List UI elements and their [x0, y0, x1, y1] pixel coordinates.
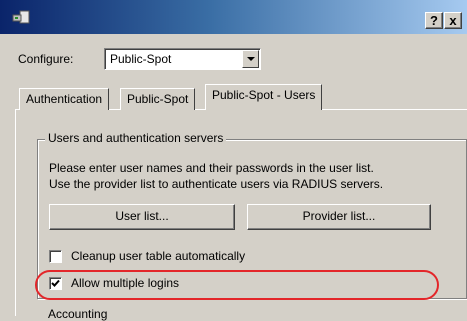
user-list-button[interactable]: User list...	[49, 204, 235, 230]
group-title: Users and authentication servers	[45, 131, 227, 145]
cleanup-label: Cleanup user table automatically	[71, 249, 246, 263]
configure-select-value: Public-Spot	[110, 52, 172, 66]
tab-public-spot[interactable]: Public-Spot	[120, 88, 196, 110]
tab-label: Public-Spot - Users	[212, 88, 316, 102]
tab-label: Authentication	[26, 92, 103, 106]
tab-label: Public-Spot	[127, 92, 189, 106]
tab-authentication[interactable]: Authentication	[19, 88, 110, 110]
chevron-down-icon[interactable]	[242, 50, 259, 68]
accounting-group-title: Accounting	[45, 307, 111, 321]
title-bar: ? x	[0, 0, 467, 34]
close-button[interactable]: x	[444, 12, 462, 29]
configure-label: Configure:	[18, 52, 74, 66]
app-icon	[12, 10, 30, 24]
help-button[interactable]: ?	[425, 12, 443, 29]
group-description: Please enter user names and their passwo…	[49, 160, 383, 192]
highlight-annotation	[35, 270, 439, 300]
description-line: Use the provider list to authenticate us…	[49, 177, 384, 191]
configure-select[interactable]: Public-Spot	[104, 48, 261, 70]
provider-list-button[interactable]: Provider list...	[247, 204, 431, 230]
description-line: Please enter user names and their passwo…	[49, 161, 374, 175]
cleanup-checkbox[interactable]	[49, 250, 62, 263]
tab-public-spot-users[interactable]: Public-Spot - Users	[205, 84, 323, 110]
